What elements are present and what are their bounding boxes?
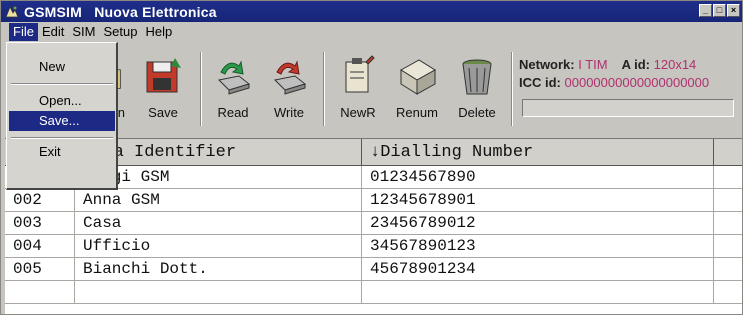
column-header-extra[interactable] (714, 139, 742, 166)
cell-alpha-identifier[interactable]: Ufficio (75, 235, 362, 258)
column-header-alpha-identifier[interactable]: lpha Identifier (75, 139, 362, 166)
icc-label: ICC id: (519, 75, 561, 90)
renum-button[interactable]: Renum (388, 50, 446, 130)
menu-file[interactable]: File (9, 23, 38, 41)
toolbar-separator (200, 52, 202, 126)
cell-alpha-identifier[interactable] (75, 281, 362, 304)
cell-dialling-number[interactable]: 12345678901 (362, 189, 714, 212)
menu-bar: File Edit SIM Setup Help (1, 22, 742, 42)
menu-edit[interactable]: Edit (38, 23, 68, 41)
toolbar-separator (511, 52, 513, 126)
new-record-button[interactable]: NewR (332, 50, 384, 130)
write-sim-icon (273, 60, 307, 95)
aid-value: 120x14 (653, 57, 697, 72)
maximize-button[interactable]: □ (713, 4, 726, 17)
read-label: Read (217, 105, 249, 120)
cell-extra[interactable] (714, 212, 742, 235)
new-record-label: NewR (340, 105, 376, 120)
menu-item-new[interactable]: New (9, 57, 115, 77)
toolbar-separator (323, 52, 325, 126)
delete-label: Delete (458, 105, 496, 120)
sim-info-panel: Network: I TIM A id: 120x14 ICC id: 0000… (519, 56, 709, 92)
menu-setup[interactable]: Setup (99, 23, 141, 41)
network-value: I TIM (578, 57, 608, 72)
write-button[interactable]: Write (263, 50, 315, 130)
save-icon (146, 58, 181, 93)
renum-label: Renum (396, 105, 438, 120)
progress-bar (522, 99, 734, 117)
column-header-dialling-number[interactable]: ↓Dialling Number (362, 139, 714, 166)
file-menu-dropdown: New Open... Save... Exit (6, 42, 118, 190)
cell-index[interactable]: 002 (5, 189, 75, 212)
read-sim-icon (217, 60, 251, 95)
menu-separator (11, 83, 113, 85)
cell-alpha-identifier[interactable]: Anna GSM (75, 189, 362, 212)
delete-button[interactable]: Delete (449, 50, 505, 130)
read-button[interactable]: Read (207, 50, 259, 130)
menu-sim[interactable]: SIM (68, 23, 99, 41)
close-button[interactable]: × (727, 4, 740, 17)
aid-label: A id: (621, 57, 650, 72)
table-row[interactable]: 002 Anna GSM 12345678901 (5, 189, 742, 212)
save-toolbar-button[interactable]: Save (137, 50, 189, 130)
cell-dialling-number[interactable]: 23456789012 (362, 212, 714, 235)
network-label: Network: (519, 57, 575, 72)
app-window: GSMSIM Nuova Elettronica _ □ × File Edit… (0, 0, 743, 315)
menu-help[interactable]: Help (141, 23, 176, 41)
cell-dialling-number[interactable]: 45678901234 (362, 258, 714, 281)
menu-separator (11, 137, 113, 139)
cell-index[interactable]: 005 (5, 258, 75, 281)
menu-item-save[interactable]: Save... (9, 111, 115, 131)
minimize-button[interactable]: _ (699, 4, 712, 17)
cell-extra[interactable] (714, 258, 742, 281)
table-row[interactable]: 003 Casa 23456789012 (5, 212, 742, 235)
menu-item-open[interactable]: Open... (9, 91, 115, 111)
cell-alpha-identifier[interactable]: Casa (75, 212, 362, 235)
cell-extra[interactable] (714, 189, 742, 212)
window-controls: _ □ × (699, 4, 740, 17)
title-bar[interactable]: GSMSIM Nuova Elettronica _ □ × (1, 1, 742, 22)
new-record-icon (345, 55, 375, 93)
table-row[interactable] (5, 281, 742, 304)
trash-icon (462, 59, 492, 95)
app-icon (5, 5, 19, 17)
window-title: GSMSIM Nuova Elettronica (24, 3, 217, 20)
cell-index[interactable] (5, 281, 75, 304)
cell-extra[interactable] (714, 166, 742, 189)
cell-dialling-number[interactable] (362, 281, 714, 304)
cell-extra[interactable] (714, 235, 742, 258)
icc-value: 00000000000000000000 (564, 75, 710, 90)
write-label: Write (273, 105, 305, 120)
cell-extra[interactable] (714, 281, 742, 304)
cell-alpha-identifier[interactable]: Luigi GSM (75, 166, 362, 189)
table-row[interactable]: 005 Bianchi Dott. 45678901234 (5, 258, 742, 281)
renumber-icon (400, 59, 436, 95)
save-label: Save (148, 105, 178, 120)
menu-item-exit[interactable]: Exit (9, 142, 115, 162)
cell-alpha-identifier[interactable]: Bianchi Dott. (75, 258, 362, 281)
cell-dialling-number[interactable]: 34567890123 (362, 235, 714, 258)
table-row[interactable]: 004 Ufficio 34567890123 (5, 235, 742, 258)
cell-index[interactable]: 003 (5, 212, 75, 235)
cell-dialling-number[interactable]: 01234567890 (362, 166, 714, 189)
cell-index[interactable]: 004 (5, 235, 75, 258)
